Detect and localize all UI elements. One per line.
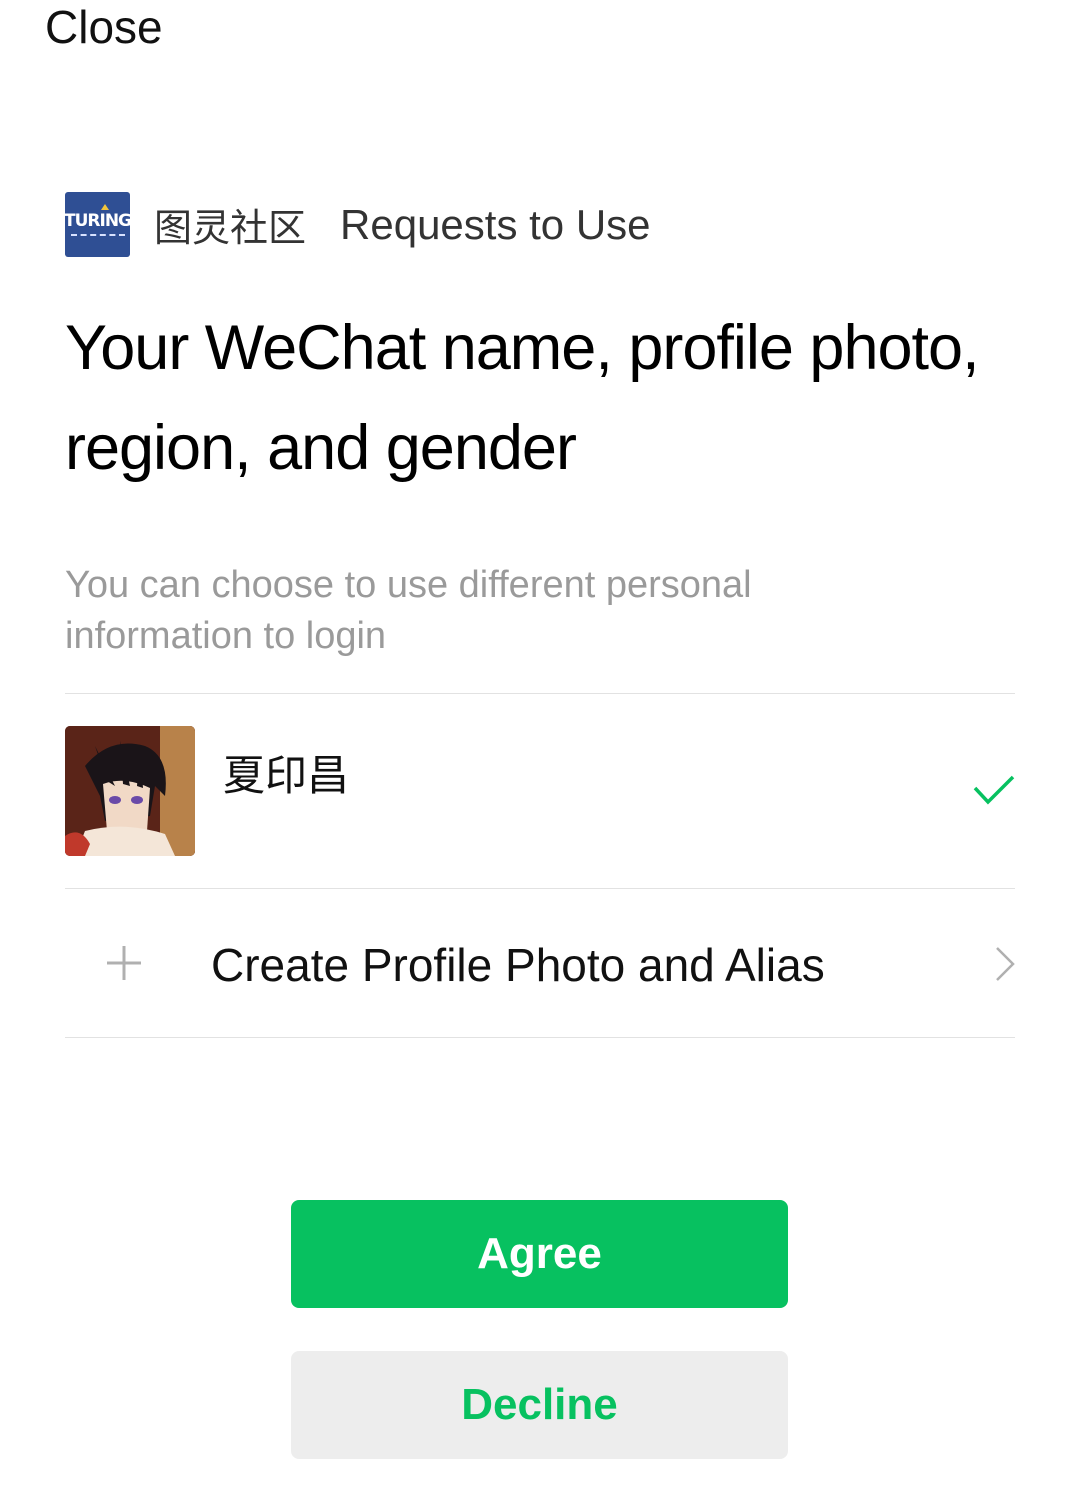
close-button[interactable]: Close [45,0,163,54]
app-logo-text: TURING [64,211,132,231]
decline-button[interactable]: Decline [291,1351,788,1459]
divider [65,1037,1015,1038]
app-name: 图灵社区 [154,206,307,250]
profile-name: 夏印昌 [223,751,350,800]
profile-option[interactable]: 夏印昌 [65,694,1015,888]
create-profile-label: Create Profile Photo and Alias [211,939,825,991]
agree-button[interactable]: Agree [291,1200,788,1308]
request-label: Requests to Use [340,200,651,248]
checkmark-icon [973,775,1015,805]
choose-info-hint: You can choose to use different personal… [65,564,752,657]
app-logo: TURING [64,192,132,257]
app-request-header: TURING 图灵社区 Requests to Use [64,192,651,257]
logo-crown-icon [101,204,109,210]
create-profile-option[interactable]: Create Profile Photo and Alias [65,889,1015,1037]
chevron-right-icon [996,947,1015,981]
permission-headline: Your WeChat name, profile photo, region,… [65,313,980,483]
avatar [65,726,195,856]
plus-icon [107,946,141,980]
logo-underline [70,234,125,238]
